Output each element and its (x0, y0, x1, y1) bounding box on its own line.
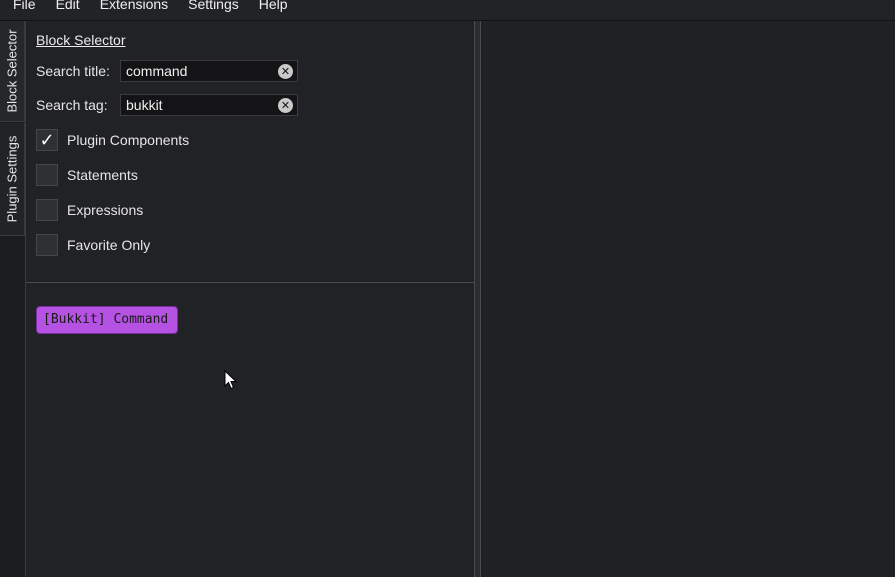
side-tab-strip: Block Selector Plugin Settings (0, 21, 26, 577)
clear-icon[interactable]: ✕ (278, 98, 293, 113)
divider (26, 282, 474, 283)
menu-settings[interactable]: Settings (178, 0, 249, 14)
filter-plugin-components[interactable]: ✓ Plugin Components (36, 128, 189, 152)
filter-statements[interactable]: Statements (36, 163, 138, 187)
panel-title: Block Selector (36, 32, 126, 48)
filter-label: Statements (67, 167, 138, 183)
tab-block-selector-label: Block Selector (4, 29, 20, 113)
search-title-input[interactable] (121, 61, 281, 81)
menu-edit[interactable]: Edit (46, 0, 90, 14)
panel-splitter[interactable] (474, 21, 481, 577)
search-tag-input[interactable] (121, 95, 281, 115)
mouse-cursor-icon (224, 370, 238, 390)
filter-favorite-only[interactable]: Favorite Only (36, 233, 150, 257)
filter-label: Expressions (67, 202, 144, 218)
menu-file[interactable]: File (0, 0, 46, 14)
menu-extensions[interactable]: Extensions (90, 0, 178, 14)
filter-label: Plugin Components (67, 132, 190, 148)
checkbox-favorite-only[interactable] (36, 234, 58, 256)
tab-plugin-settings-label: Plugin Settings (4, 135, 20, 223)
menu-help[interactable]: Help (249, 0, 298, 14)
filter-label: Favorite Only (67, 237, 151, 253)
tab-block-selector[interactable]: Block Selector (0, 21, 25, 122)
block-item-bukkit-command[interactable]: [Bukkit] Command (36, 306, 178, 334)
clear-icon[interactable]: ✕ (278, 64, 293, 79)
workspace-panel[interactable] (481, 21, 895, 577)
checkbox-statements[interactable] (36, 164, 58, 186)
search-title-field: ✕ (120, 60, 298, 82)
menu-bar: File Edit Extensions Settings Help (0, 0, 895, 21)
checkmark-icon: ✓ (39, 129, 55, 151)
search-tag-label: Search tag: (36, 97, 108, 113)
checkbox-expressions[interactable] (36, 199, 58, 221)
search-tag-field: ✕ (120, 94, 298, 116)
search-title-label: Search title: (36, 63, 110, 79)
block-selector-panel: Block Selector Search title: ✕ Search ta… (26, 21, 474, 577)
filter-expressions[interactable]: Expressions (36, 198, 143, 222)
checkbox-plugin-components[interactable]: ✓ (36, 129, 58, 151)
tab-plugin-settings[interactable]: Plugin Settings (0, 123, 25, 236)
